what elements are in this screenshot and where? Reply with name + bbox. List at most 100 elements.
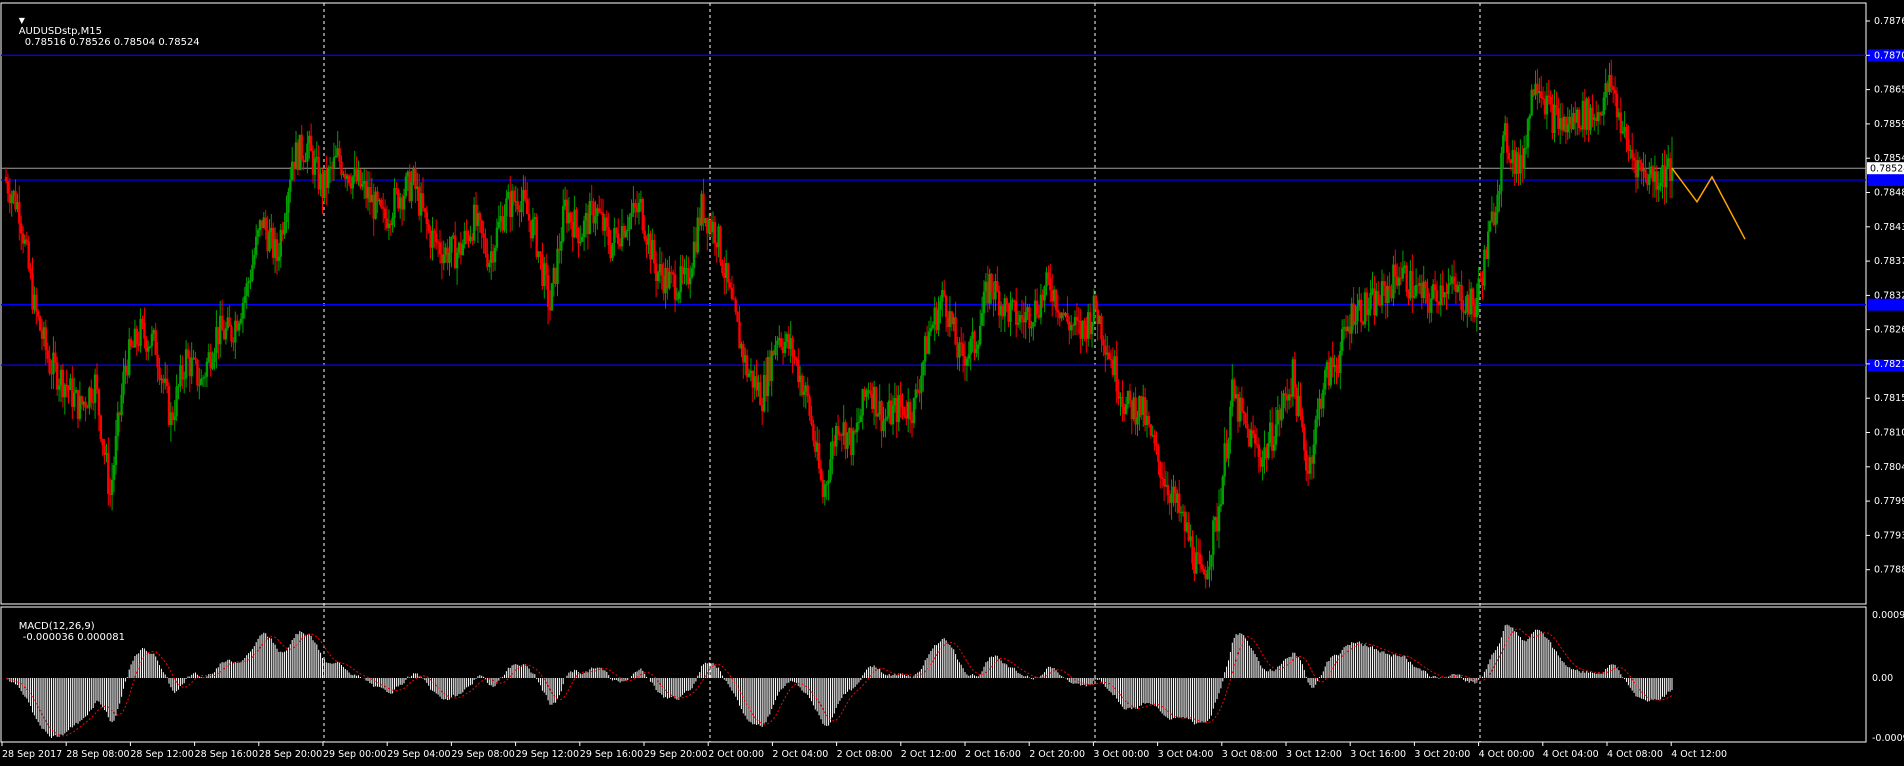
candle-bull [628, 216, 631, 230]
candle-bear [672, 272, 675, 275]
time-axis-label: 29 Sep 08:00 [451, 749, 514, 760]
chart-menu-arrow-icon[interactable]: ▼ [19, 16, 25, 25]
candle-bull [1280, 408, 1283, 421]
candle-bear [598, 208, 601, 212]
candle-bull [1621, 131, 1624, 134]
candle-bull [969, 338, 972, 355]
candle-bear [908, 402, 912, 420]
candle-bear [421, 193, 425, 209]
candle-bear [736, 312, 739, 322]
candle-bear [143, 323, 146, 339]
candle-bear [1394, 264, 1397, 277]
time-axis-label: 3 Oct 16:00 [1350, 749, 1406, 760]
candle-bull [689, 277, 692, 285]
candle-bull [1206, 570, 1209, 580]
candle-bear [1435, 290, 1439, 302]
time-axis-label: 2 Oct 16:00 [965, 749, 1021, 760]
candle-bear [1015, 301, 1018, 325]
candle-bull [1401, 267, 1405, 279]
candle-bull [241, 303, 245, 319]
time-axis-label: 4 Oct 08:00 [1607, 749, 1663, 760]
candle-bear [1411, 270, 1414, 298]
candle-bull [776, 340, 779, 345]
time-axis-label: 3 Oct 00:00 [1093, 749, 1149, 760]
candle-bull [668, 271, 671, 289]
candle-bull [560, 241, 563, 251]
candle-bull [1221, 476, 1224, 505]
candle-bull [391, 218, 394, 226]
time-axis-label: 4 Oct 00:00 [1479, 749, 1535, 760]
price-axis-label: 0.78760 [1874, 16, 1904, 27]
price-axis-label: 0.78430 [1874, 222, 1904, 233]
time-axis-label: 3 Oct 08:00 [1222, 749, 1278, 760]
candle-bear [423, 208, 427, 212]
candle-bull [1487, 231, 1490, 259]
candle-bear [1305, 450, 1308, 471]
candle-bear [615, 228, 618, 234]
candle-bear [1251, 430, 1255, 434]
candle-bear [165, 378, 169, 386]
candle-bear [395, 188, 398, 190]
candle-bear [196, 360, 199, 386]
candle-bear [482, 233, 485, 238]
candle-bull [503, 216, 506, 231]
candle-bear [309, 135, 313, 151]
candle-bear [382, 207, 385, 209]
candle-bull [1430, 298, 1433, 313]
candle-bull [410, 182, 413, 202]
candle-bear [1049, 278, 1052, 291]
candle-bear [1293, 359, 1296, 388]
candle-bear [546, 275, 550, 307]
time-axis-label: 4 Oct 12:00 [1671, 749, 1727, 760]
candle-bull [690, 268, 694, 278]
time-axis-label: 29 Sep 12:00 [516, 749, 579, 760]
candle-bull [205, 361, 209, 377]
candle-bear [1202, 569, 1206, 574]
candle-bear [383, 208, 387, 219]
candle-bull [239, 318, 243, 324]
candle-bear [97, 389, 101, 416]
candle-bear [435, 233, 438, 243]
candle-bull [1136, 417, 1139, 425]
candle-bear [634, 203, 637, 208]
candle-bull [57, 385, 61, 390]
candle-bull [675, 298, 679, 300]
macd-header: MACD(12,26,9) -0.000036 0.000081 [6, 610, 125, 654]
candle-bear [607, 227, 610, 246]
candle-bear [1507, 152, 1511, 160]
price-axis-label: 0.78100 [1874, 428, 1904, 439]
candle-bear [1255, 443, 1259, 445]
candle-bull [891, 405, 895, 425]
candle-bear [300, 134, 303, 160]
candle-bear [990, 273, 993, 293]
candle-bull [825, 483, 828, 485]
candle-bull [73, 392, 76, 407]
time-axis-label: 29 Sep 20:00 [644, 749, 707, 760]
candle-bear [1107, 352, 1111, 359]
price-axis-label: 0.78265 [1874, 325, 1904, 336]
candle-bear [569, 212, 572, 222]
candle-bear [1405, 265, 1408, 292]
chart-canvas[interactable]: 0.787600.787050.786500.785950.785400.784… [0, 0, 1904, 762]
candle-bull [855, 422, 859, 433]
candle-bull [1272, 444, 1276, 451]
projection-path[interactable] [1671, 167, 1746, 240]
candle-bull [150, 333, 154, 347]
candle-bull [393, 188, 396, 218]
candle-bull [1024, 311, 1027, 323]
candle-bull [1665, 167, 1668, 188]
trading-chart-window[interactable]: 0.787600.787050.786500.785950.785400.784… [0, 0, 1904, 762]
candle-bull [550, 283, 554, 311]
candle-bull [630, 212, 633, 217]
candle-bull [505, 198, 508, 217]
candle-bull [1261, 459, 1264, 467]
candle-bear [86, 407, 89, 409]
candle-bull [531, 219, 535, 239]
candle-bear [1619, 112, 1622, 134]
candle-bear [1577, 109, 1581, 128]
ohlc-values: 0.78516 0.78526 0.78504 0.78524 [24, 37, 200, 48]
candle-bear [643, 230, 646, 239]
candle-bear [869, 390, 872, 394]
candle-bull [982, 291, 986, 313]
candle-bear [1244, 413, 1247, 424]
